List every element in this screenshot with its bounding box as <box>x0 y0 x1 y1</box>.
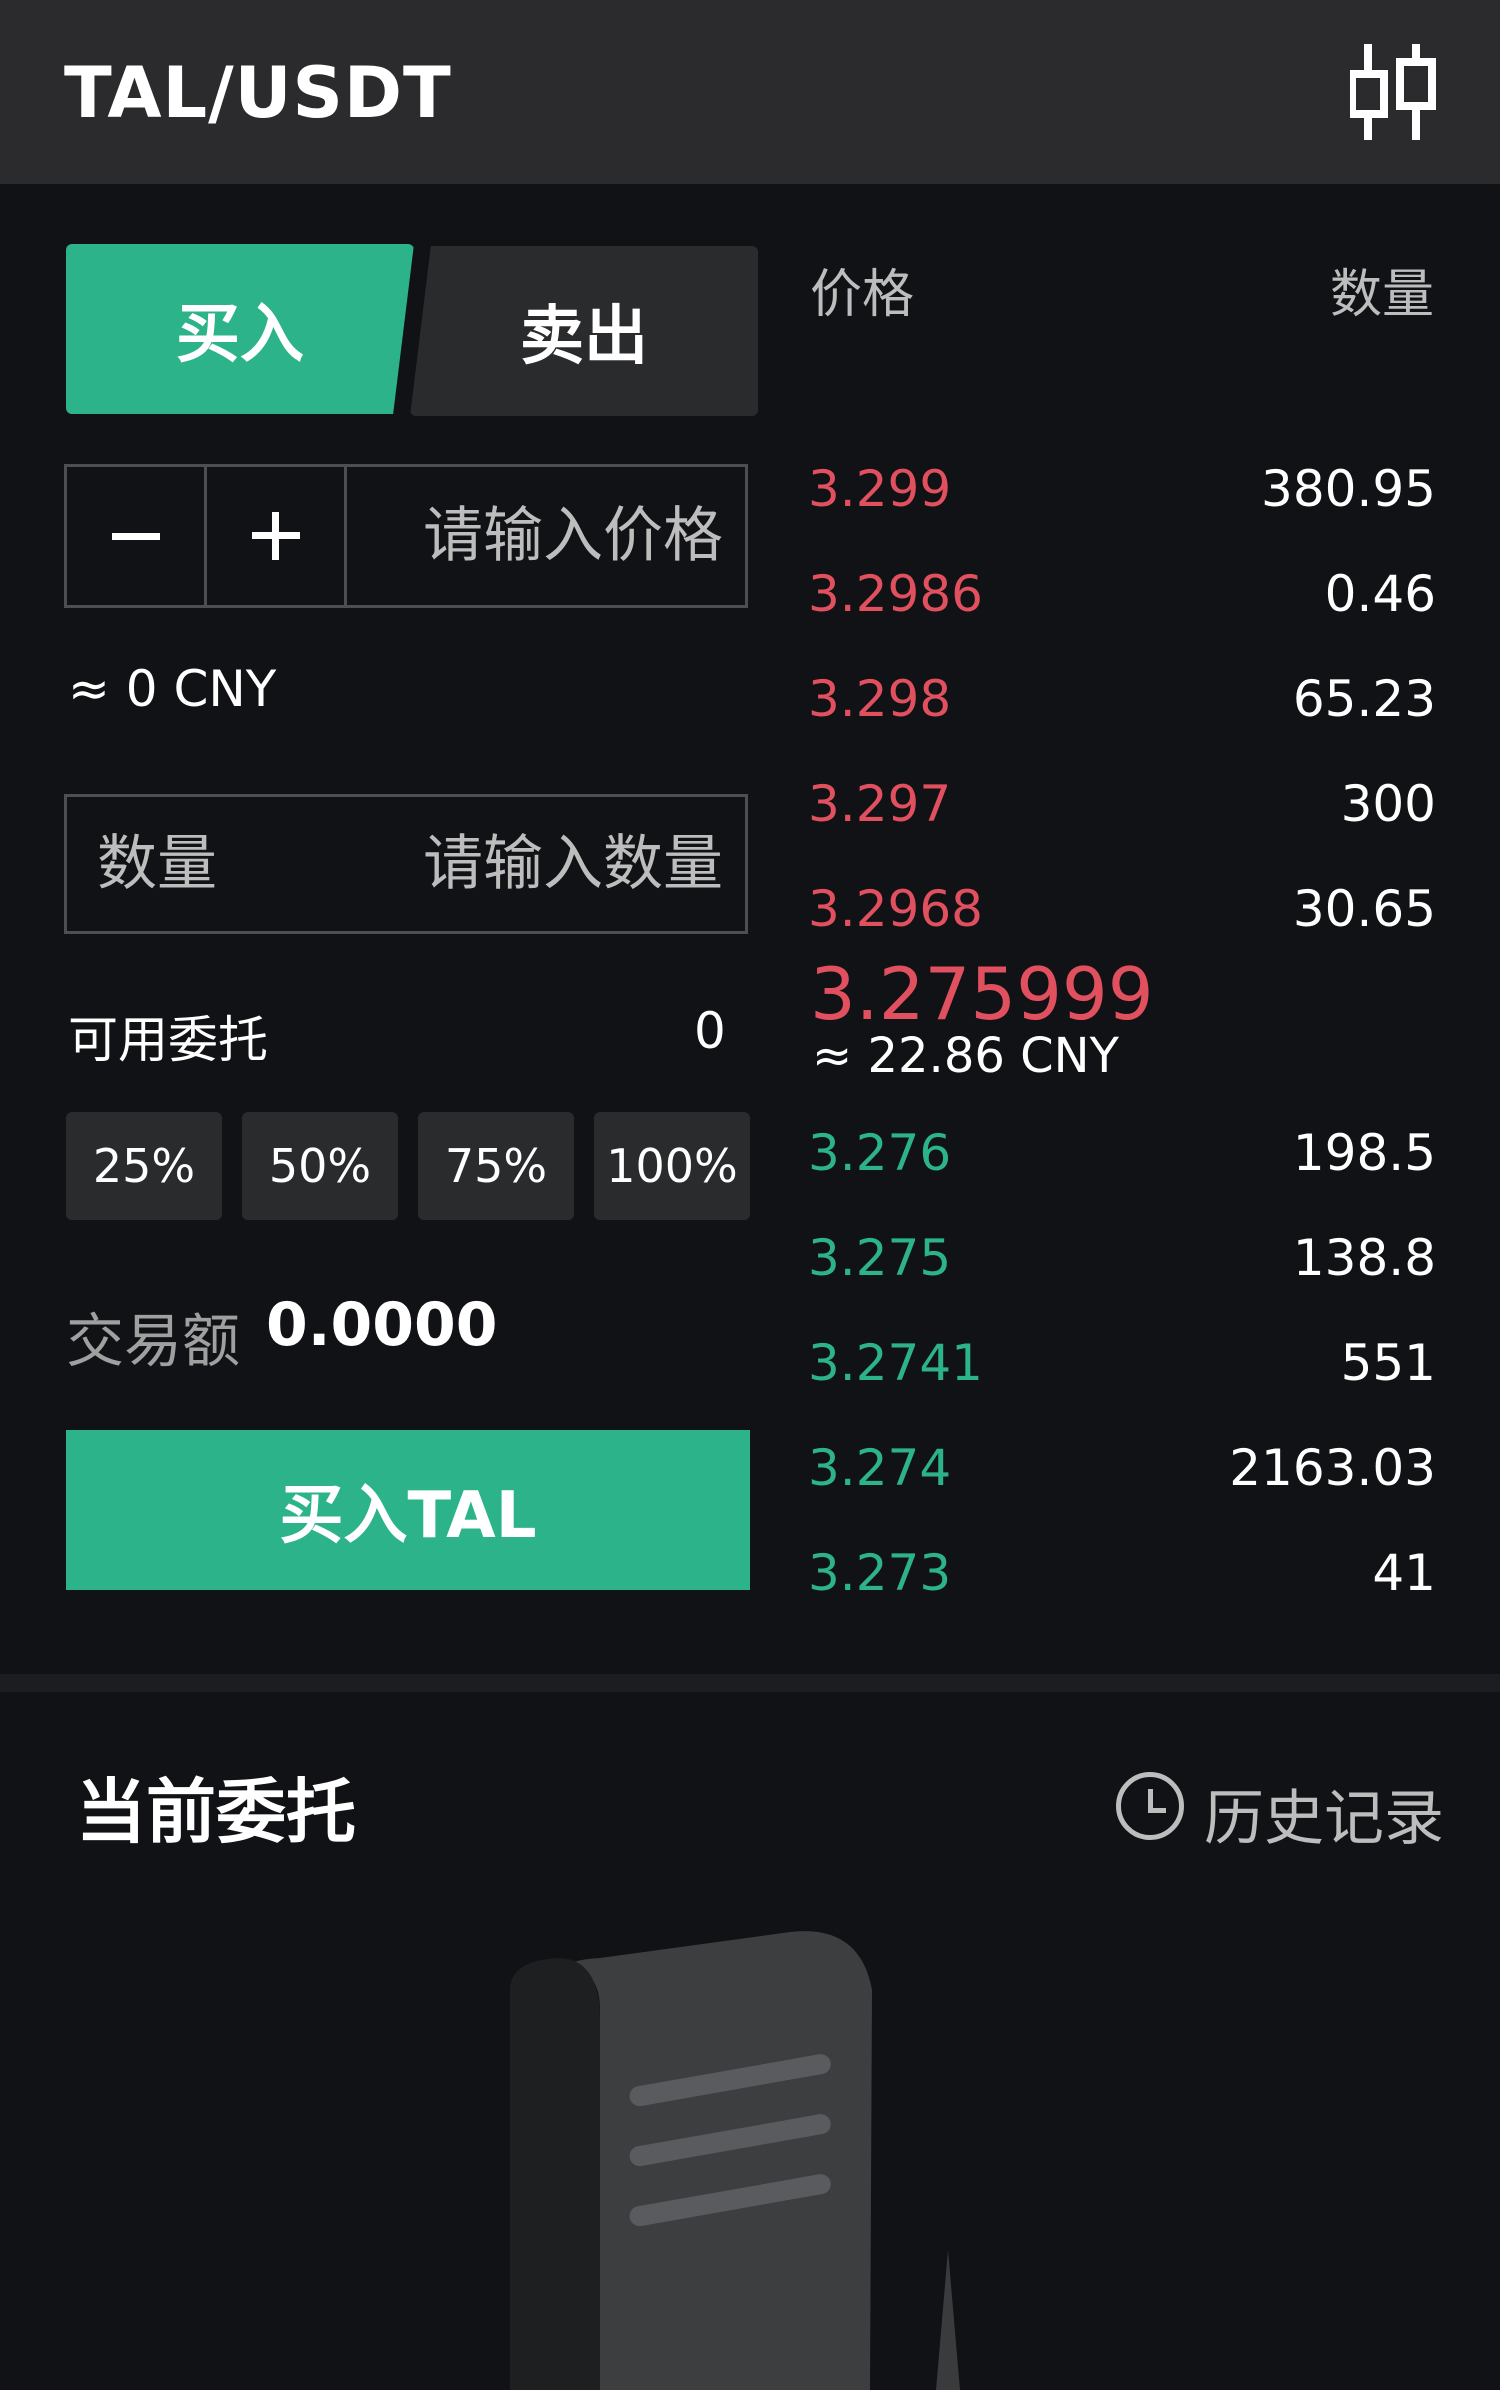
ask-price: 3.298 <box>808 670 952 728</box>
ask-qty: 30.65 <box>1292 880 1436 938</box>
price-increase-button[interactable] <box>207 467 347 605</box>
percent-50-button[interactable]: 50% <box>242 1112 398 1220</box>
bid-row[interactable]: 3.276 198.5 <box>808 1124 1436 1194</box>
candlestick-chart-icon[interactable] <box>1350 44 1438 140</box>
bid-qty: 2163.03 <box>1229 1439 1436 1497</box>
available-label: 可用委托 <box>68 1011 268 1069</box>
orderbook-qty-header: 数量 <box>1329 265 1434 325</box>
ask-qty: 300 <box>1340 775 1436 833</box>
price-input[interactable]: 请输入价格 <box>423 467 723 605</box>
ask-price: 3.299 <box>808 460 952 518</box>
bid-qty: 551 <box>1340 1334 1436 1392</box>
ask-row[interactable]: 3.2986 0.46 <box>808 565 1436 635</box>
bid-price: 3.275 <box>808 1229 952 1287</box>
bid-row[interactable]: 3.275 138.8 <box>808 1229 1436 1299</box>
ask-row[interactable]: 3.297 300 <box>808 775 1436 845</box>
orderbook-price-header: 价格 <box>810 265 915 325</box>
ask-price: 3.2986 <box>808 565 983 623</box>
last-price-cny: ≈ 22.86 CNY <box>812 1028 1119 1084</box>
bid-qty: 198.5 <box>1292 1124 1436 1182</box>
bid-row[interactable]: 3.273 41 <box>808 1544 1436 1614</box>
empty-scroll-icon <box>510 1931 960 2390</box>
ask-qty: 380.95 <box>1261 460 1436 518</box>
bid-price: 3.276 <box>808 1124 952 1182</box>
clock-icon[interactable] <box>1116 1772 1184 1840</box>
percent-25-button[interactable]: 25% <box>66 1112 222 1220</box>
trade-amount-label: 交易额 <box>66 1307 241 1375</box>
plus-icon <box>251 512 300 560</box>
bid-qty: 138.8 <box>1292 1229 1436 1287</box>
history-link[interactable]: 历史记录 <box>1204 1770 1444 1857</box>
section-divider <box>0 1674 1500 1692</box>
ask-qty: 65.23 <box>1292 670 1436 728</box>
ask-row[interactable]: 3.299 380.95 <box>808 460 1436 530</box>
price-cny-estimate: ≈ 0 CNY <box>68 660 277 718</box>
bid-row[interactable]: 3.274 2163.03 <box>808 1439 1436 1509</box>
buy-submit-button[interactable]: 买入TAL <box>66 1430 750 1590</box>
minus-icon <box>111 532 160 540</box>
percent-100-button[interactable]: 100% <box>594 1112 750 1220</box>
available-value: 0 <box>694 1002 726 1060</box>
price-decrease-button[interactable] <box>67 467 207 605</box>
bid-row[interactable]: 3.2741 551 <box>808 1334 1436 1404</box>
tab-sell[interactable]: 卖出 <box>410 246 758 416</box>
quantity-input[interactable]: 请输入数量 <box>423 797 723 931</box>
last-price: 3.275999 <box>810 952 1154 1036</box>
ask-price: 3.297 <box>808 775 952 833</box>
bid-price: 3.2741 <box>808 1334 983 1392</box>
ask-qty: 0.46 <box>1324 565 1436 623</box>
quantity-label: 数量 <box>97 829 217 899</box>
pair-title[interactable]: TAL/USDT <box>64 52 452 134</box>
tab-buy[interactable]: 买入 <box>66 244 414 414</box>
price-field: 请输入价格 <box>64 464 748 608</box>
bid-price: 3.274 <box>808 1439 952 1497</box>
bid-qty: 41 <box>1372 1544 1436 1602</box>
percent-75-button[interactable]: 75% <box>418 1112 574 1220</box>
trade-amount-value: 0.0000 <box>266 1290 498 1360</box>
ask-price: 3.2968 <box>808 880 983 938</box>
current-orders-title: 当前委托 <box>76 1771 356 1853</box>
ask-row[interactable]: 3.298 65.23 <box>808 670 1436 740</box>
bid-price: 3.273 <box>808 1544 952 1602</box>
quantity-field: 数量 请输入数量 <box>64 794 748 934</box>
ask-row[interactable]: 3.2968 30.65 <box>808 880 1436 950</box>
